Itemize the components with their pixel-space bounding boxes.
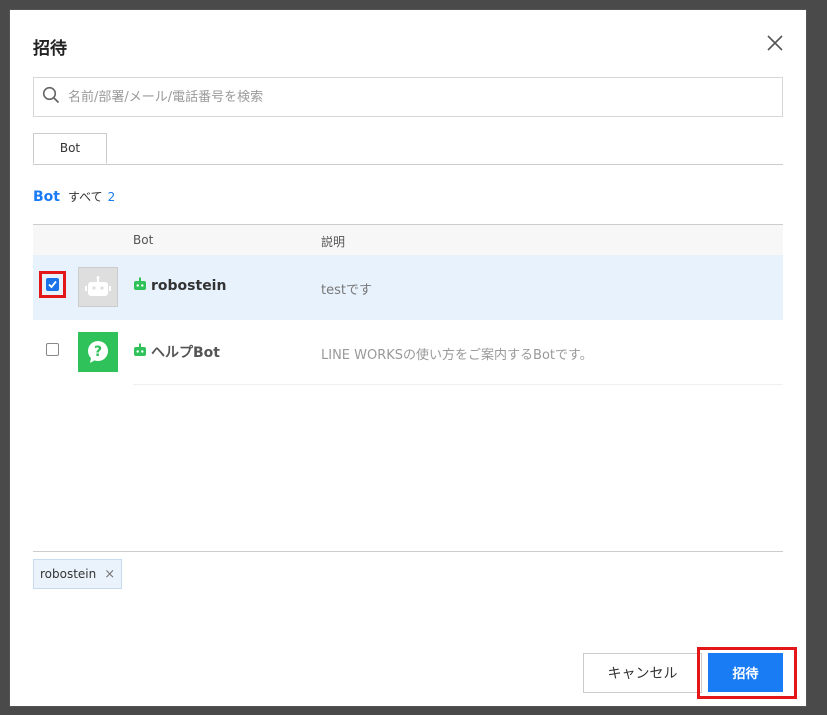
help-icon: ?	[78, 332, 118, 372]
category-count: Bot すべて 2	[33, 188, 115, 205]
dialog-title: 招待	[33, 39, 67, 59]
invite-dialog: 招待 Bot Bot すべて 2 Bot 説明	[9, 9, 807, 707]
svg-text:?: ?	[94, 344, 102, 360]
invite-button[interactable]: 招待	[708, 653, 783, 692]
bot-name-label: robostein	[151, 278, 227, 294]
row-divider	[133, 384, 783, 385]
bot-name: ヘルプBot	[133, 342, 220, 362]
tab-bar: Bot	[33, 133, 783, 165]
checkbox-highlight	[39, 271, 66, 298]
bot-icon	[133, 277, 147, 295]
category-label: Bot	[33, 189, 60, 205]
all-label: すべて	[67, 190, 103, 204]
table-row[interactable]: robostein testです	[33, 255, 783, 320]
table-row[interactable]: ? ヘルプBot LINE WORKSの使い方をご案内するBotです。	[33, 320, 783, 385]
search-box	[33, 77, 783, 117]
chip-remove-icon[interactable]: ×	[104, 567, 115, 582]
search-icon	[42, 86, 60, 108]
search-input[interactable]	[66, 81, 782, 113]
count-value: 2	[107, 190, 116, 204]
close-icon[interactable]	[766, 34, 784, 52]
tab-bot[interactable]: Bot	[33, 133, 107, 164]
bot-list: Bot 説明 robostein testです ? ヘルプBot LINE WO…	[33, 224, 783, 385]
chip-label: robostein	[40, 567, 97, 581]
bot-name: robostein	[133, 277, 226, 295]
column-bot: Bot	[133, 233, 154, 247]
bot-name-label: ヘルプBot	[151, 345, 220, 361]
bot-description: LINE WORKSの使い方をご案内するBotです。	[321, 348, 593, 363]
checkbox-wrapper	[39, 336, 66, 363]
checkmark-icon	[48, 280, 57, 289]
column-description: 説明	[321, 235, 346, 249]
selected-chip: robostein ×	[33, 559, 123, 589]
row-checkbox[interactable]	[46, 278, 59, 291]
robot-avatar-icon	[78, 267, 118, 307]
bot-icon	[133, 343, 147, 361]
row-checkbox[interactable]	[46, 343, 59, 356]
bot-description: testです	[321, 283, 372, 298]
table-header: Bot 説明	[33, 224, 783, 255]
divider	[33, 551, 783, 552]
cancel-button[interactable]: キャンセル	[583, 653, 702, 693]
